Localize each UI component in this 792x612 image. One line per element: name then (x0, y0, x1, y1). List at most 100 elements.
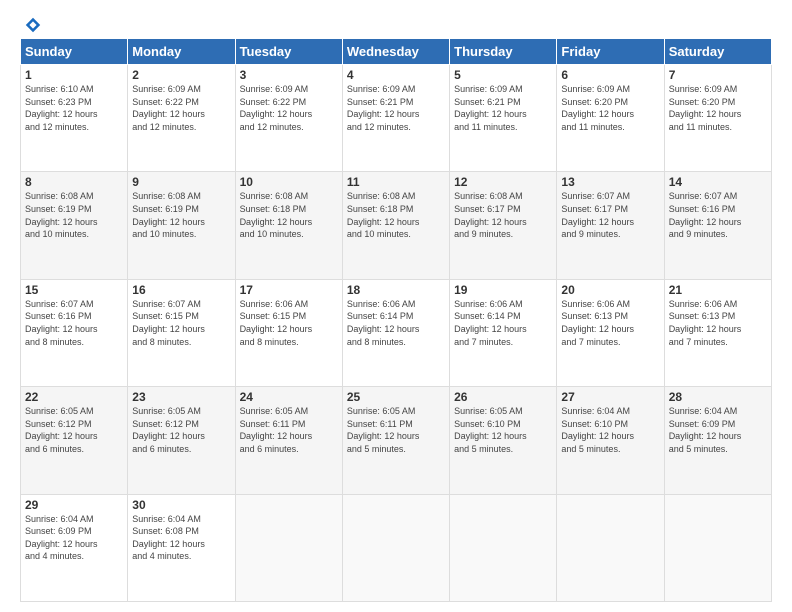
day-cell: 15 Sunrise: 6:07 AM Sunset: 6:16 PM Dayli… (21, 279, 128, 386)
day-number: 22 (25, 390, 123, 404)
day-info: Sunrise: 6:06 AM Sunset: 6:14 PM Dayligh… (347, 299, 420, 347)
day-number: 15 (25, 283, 123, 297)
day-info: Sunrise: 6:09 AM Sunset: 6:22 PM Dayligh… (132, 84, 205, 132)
day-cell: 25 Sunrise: 6:05 AM Sunset: 6:11 PM Dayli… (342, 387, 449, 494)
day-info: Sunrise: 6:08 AM Sunset: 6:19 PM Dayligh… (132, 191, 205, 239)
day-number: 9 (132, 175, 230, 189)
day-cell: 19 Sunrise: 6:06 AM Sunset: 6:14 PM Dayli… (450, 279, 557, 386)
day-number: 13 (561, 175, 659, 189)
day-number: 5 (454, 68, 552, 82)
day-number: 30 (132, 498, 230, 512)
day-info: Sunrise: 6:06 AM Sunset: 6:13 PM Dayligh… (561, 299, 634, 347)
day-header-saturday: Saturday (664, 39, 771, 65)
day-number: 4 (347, 68, 445, 82)
day-cell: 26 Sunrise: 6:05 AM Sunset: 6:10 PM Dayli… (450, 387, 557, 494)
day-number: 27 (561, 390, 659, 404)
day-cell: 24 Sunrise: 6:05 AM Sunset: 6:11 PM Dayli… (235, 387, 342, 494)
day-cell: 2 Sunrise: 6:09 AM Sunset: 6:22 PM Daylig… (128, 65, 235, 172)
day-cell: 17 Sunrise: 6:06 AM Sunset: 6:15 PM Dayli… (235, 279, 342, 386)
day-info: Sunrise: 6:07 AM Sunset: 6:15 PM Dayligh… (132, 299, 205, 347)
day-header-wednesday: Wednesday (342, 39, 449, 65)
day-cell (664, 494, 771, 601)
day-header-friday: Friday (557, 39, 664, 65)
day-cell: 18 Sunrise: 6:06 AM Sunset: 6:14 PM Dayli… (342, 279, 449, 386)
day-cell: 29 Sunrise: 6:04 AM Sunset: 6:09 PM Dayli… (21, 494, 128, 601)
day-cell: 28 Sunrise: 6:04 AM Sunset: 6:09 PM Dayli… (664, 387, 771, 494)
header (20, 16, 772, 28)
week-row-2: 8Sunrise: 6:08 AM Sunset: 6:19 PM Daylig… (21, 172, 772, 279)
day-number: 28 (669, 390, 767, 404)
day-info: Sunrise: 6:08 AM Sunset: 6:18 PM Dayligh… (240, 191, 313, 239)
day-number: 20 (561, 283, 659, 297)
day-number: 24 (240, 390, 338, 404)
day-header-thursday: Thursday (450, 39, 557, 65)
day-cell: 11 Sunrise: 6:08 AM Sunset: 6:18 PM Dayli… (342, 172, 449, 279)
day-cell: 7Sunrise: 6:09 AM Sunset: 6:20 PM Daylig… (664, 65, 771, 172)
day-cell: 30 Sunrise: 6:04 AM Sunset: 6:08 PM Dayli… (128, 494, 235, 601)
day-cell: 14Sunrise: 6:07 AM Sunset: 6:16 PM Dayli… (664, 172, 771, 279)
logo-text (20, 16, 42, 34)
day-info: Sunrise: 6:04 AM Sunset: 6:09 PM Dayligh… (669, 406, 742, 454)
day-cell: 13 Sunrise: 6:07 AM Sunset: 6:17 PM Dayli… (557, 172, 664, 279)
week-row-1: 1Sunrise: 6:10 AM Sunset: 6:23 PM Daylig… (21, 65, 772, 172)
day-number: 29 (25, 498, 123, 512)
day-info: Sunrise: 6:06 AM Sunset: 6:13 PM Dayligh… (669, 299, 742, 347)
day-info: Sunrise: 6:09 AM Sunset: 6:21 PM Dayligh… (347, 84, 420, 132)
day-cell: 27Sunrise: 6:04 AM Sunset: 6:10 PM Dayli… (557, 387, 664, 494)
day-info: Sunrise: 6:05 AM Sunset: 6:10 PM Dayligh… (454, 406, 527, 454)
day-info: Sunrise: 6:09 AM Sunset: 6:21 PM Dayligh… (454, 84, 527, 132)
day-number: 2 (132, 68, 230, 82)
day-cell: 8Sunrise: 6:08 AM Sunset: 6:19 PM Daylig… (21, 172, 128, 279)
day-cell: 10 Sunrise: 6:08 AM Sunset: 6:18 PM Dayli… (235, 172, 342, 279)
day-header-monday: Monday (128, 39, 235, 65)
day-cell: 5 Sunrise: 6:09 AM Sunset: 6:21 PM Daylig… (450, 65, 557, 172)
day-info: Sunrise: 6:05 AM Sunset: 6:11 PM Dayligh… (347, 406, 420, 454)
day-number: 14 (669, 175, 767, 189)
day-number: 3 (240, 68, 338, 82)
day-info: Sunrise: 6:08 AM Sunset: 6:19 PM Dayligh… (25, 191, 98, 239)
day-info: Sunrise: 6:05 AM Sunset: 6:11 PM Dayligh… (240, 406, 313, 454)
day-header-tuesday: Tuesday (235, 39, 342, 65)
day-cell: 20 Sunrise: 6:06 AM Sunset: 6:13 PM Dayli… (557, 279, 664, 386)
day-cell: 16 Sunrise: 6:07 AM Sunset: 6:15 PM Dayli… (128, 279, 235, 386)
day-number: 16 (132, 283, 230, 297)
day-cell: 12 Sunrise: 6:08 AM Sunset: 6:17 PM Dayli… (450, 172, 557, 279)
day-info: Sunrise: 6:05 AM Sunset: 6:12 PM Dayligh… (25, 406, 98, 454)
day-number: 23 (132, 390, 230, 404)
day-number: 17 (240, 283, 338, 297)
day-number: 6 (561, 68, 659, 82)
day-cell: 6 Sunrise: 6:09 AM Sunset: 6:20 PM Daylig… (557, 65, 664, 172)
day-cell (557, 494, 664, 601)
day-cell: 22 Sunrise: 6:05 AM Sunset: 6:12 PM Dayli… (21, 387, 128, 494)
logo (20, 16, 42, 28)
week-row-3: 15 Sunrise: 6:07 AM Sunset: 6:16 PM Dayli… (21, 279, 772, 386)
day-info: Sunrise: 6:07 AM Sunset: 6:17 PM Dayligh… (561, 191, 634, 239)
day-number: 26 (454, 390, 552, 404)
calendar-table: SundayMondayTuesdayWednesdayThursdayFrid… (20, 38, 772, 602)
page: SundayMondayTuesdayWednesdayThursdayFrid… (0, 0, 792, 612)
day-info: Sunrise: 6:08 AM Sunset: 6:17 PM Dayligh… (454, 191, 527, 239)
day-cell (235, 494, 342, 601)
day-cell: 4 Sunrise: 6:09 AM Sunset: 6:21 PM Daylig… (342, 65, 449, 172)
day-header-sunday: Sunday (21, 39, 128, 65)
day-cell: 23 Sunrise: 6:05 AM Sunset: 6:12 PM Dayli… (128, 387, 235, 494)
day-info: Sunrise: 6:08 AM Sunset: 6:18 PM Dayligh… (347, 191, 420, 239)
day-cell: 21Sunrise: 6:06 AM Sunset: 6:13 PM Dayli… (664, 279, 771, 386)
day-info: Sunrise: 6:04 AM Sunset: 6:09 PM Dayligh… (25, 514, 98, 562)
day-number: 11 (347, 175, 445, 189)
day-cell: 3Sunrise: 6:09 AM Sunset: 6:22 PM Daylig… (235, 65, 342, 172)
logo-icon (24, 16, 42, 34)
day-number: 10 (240, 175, 338, 189)
header-row: SundayMondayTuesdayWednesdayThursdayFrid… (21, 39, 772, 65)
day-info: Sunrise: 6:04 AM Sunset: 6:08 PM Dayligh… (132, 514, 205, 562)
day-info: Sunrise: 6:05 AM Sunset: 6:12 PM Dayligh… (132, 406, 205, 454)
day-info: Sunrise: 6:06 AM Sunset: 6:15 PM Dayligh… (240, 299, 313, 347)
day-info: Sunrise: 6:07 AM Sunset: 6:16 PM Dayligh… (25, 299, 98, 347)
day-info: Sunrise: 6:09 AM Sunset: 6:20 PM Dayligh… (561, 84, 634, 132)
day-cell (342, 494, 449, 601)
day-number: 25 (347, 390, 445, 404)
day-info: Sunrise: 6:06 AM Sunset: 6:14 PM Dayligh… (454, 299, 527, 347)
day-number: 19 (454, 283, 552, 297)
day-number: 12 (454, 175, 552, 189)
day-number: 18 (347, 283, 445, 297)
